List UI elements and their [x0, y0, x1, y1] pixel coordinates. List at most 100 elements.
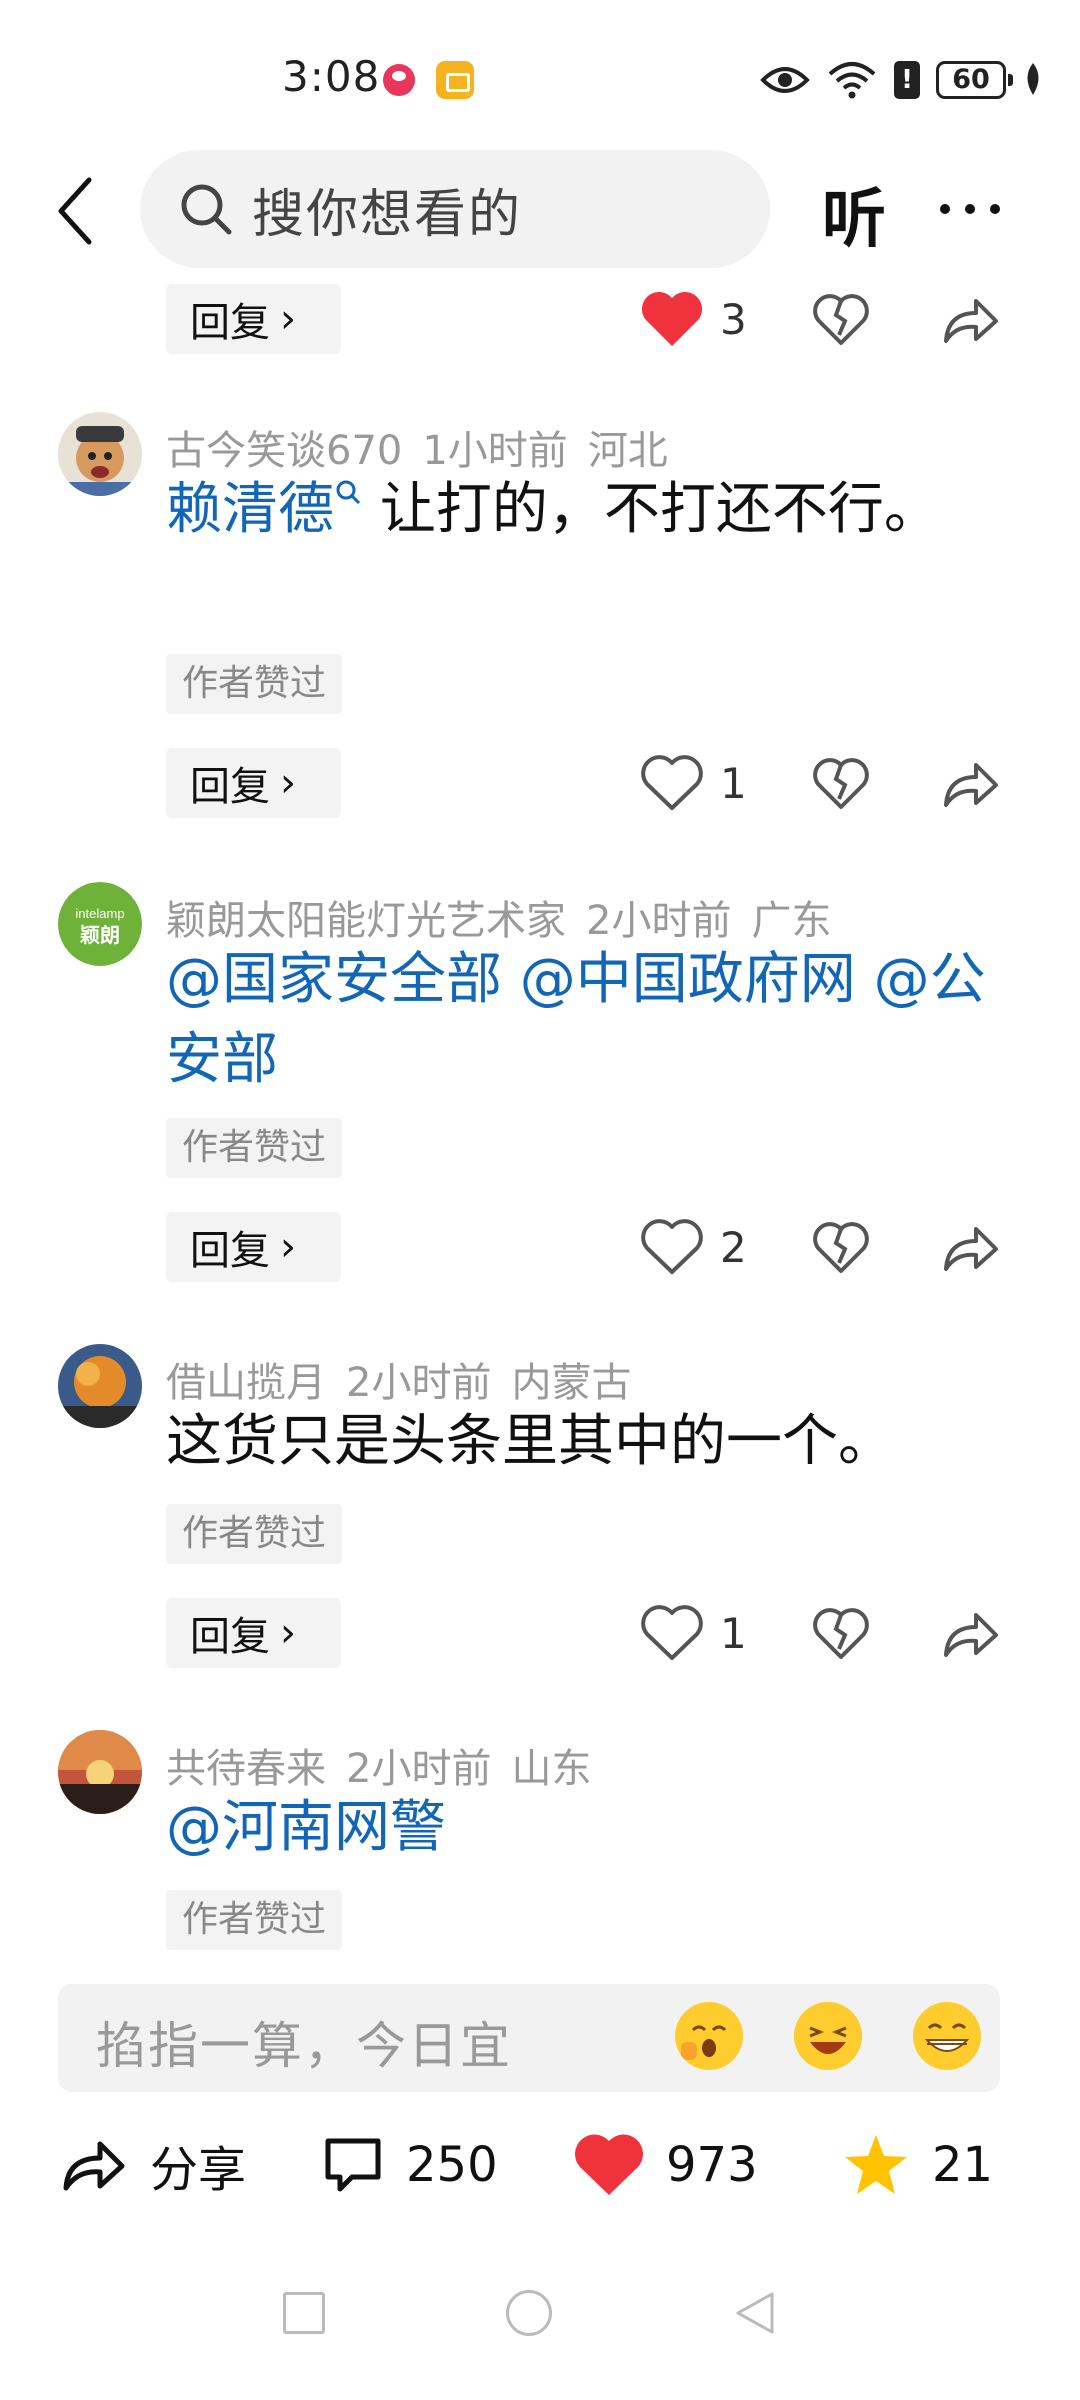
comment-location: 山东 — [511, 1746, 592, 1792]
share-button[interactable]: 分享 — [60, 2120, 246, 2210]
comment-content: @国家安全部 @中国政府网 @公安部 — [166, 940, 1016, 1100]
like-count: 1 — [720, 1608, 747, 1658]
favorite-count: 21 — [932, 2137, 994, 2193]
nav-back-icon[interactable] — [730, 2288, 780, 2338]
comment-meta: 共待春来 2小时前 山东 — [166, 1736, 611, 1794]
comment-text: 这货只是头条里其中的一个。 — [166, 1409, 894, 1474]
comment-time: 2小时前 — [586, 898, 732, 944]
comment-input-placeholder: 掐指一算，今日宜 — [96, 2017, 512, 2075]
comment-count: 250 — [406, 2137, 498, 2193]
back-button[interactable] — [42, 168, 108, 254]
heart-filled-icon — [641, 291, 703, 346]
comment-meta: 借山揽月 2小时前 内蒙古 — [166, 1350, 651, 1408]
yawn-emoji-icon[interactable] — [675, 2002, 743, 2070]
like-button[interactable]: 3 — [640, 288, 760, 350]
like-count: 973 — [666, 2137, 758, 2193]
search-input[interactable]: 搜你想看的 — [140, 150, 770, 268]
more-button[interactable] — [935, 174, 1005, 244]
star-icon — [845, 2135, 907, 2194]
chevron-right-icon: › — [280, 1224, 296, 1270]
like-button[interactable]: 973 — [574, 2120, 758, 2210]
avatar[interactable] — [58, 1344, 142, 1428]
heart-outline-icon — [641, 755, 703, 810]
home-button[interactable] — [506, 2290, 552, 2336]
like-count: 3 — [720, 294, 747, 344]
reply-label: 回复 — [190, 1228, 270, 1274]
avatar[interactable] — [58, 1730, 142, 1814]
comment-input[interactable]: 掐指一算，今日宜 — [58, 1984, 1000, 2092]
avatar-brand-bottom: 颖朗 — [80, 923, 120, 947]
reply-button[interactable]: 回复 › — [166, 1212, 341, 1282]
share-icon[interactable] — [940, 291, 1000, 349]
leaf-icon — [1027, 63, 1039, 95]
comment-time: 2小时前 — [346, 1360, 492, 1406]
header: 搜你想看的 听 — [0, 150, 1080, 272]
mention-link[interactable]: @国家安全部 @中国政府网 @公安部 — [166, 947, 986, 1092]
comment-location: 河北 — [587, 428, 668, 474]
mention-link[interactable]: @河南网警 — [166, 1795, 446, 1860]
reply-button[interactable]: 回复 › — [166, 284, 341, 354]
comment-icon — [325, 2138, 381, 2192]
comment-time: 1小时前 — [422, 428, 568, 474]
wifi-icon — [828, 62, 876, 99]
more-icon — [940, 204, 1000, 214]
avatar[interactable] — [58, 412, 142, 496]
comment-actions: 回复 › 1 — [0, 1598, 1080, 1670]
author-liked-badge: 作者赞过 — [166, 1890, 343, 1950]
share-icon — [63, 2141, 125, 2191]
heart-filled-icon — [575, 2134, 643, 2195]
search-placeholder: 搜你想看的 — [252, 184, 523, 245]
chevron-right-icon: › — [280, 760, 296, 806]
status-bar: 3:08 ! 60 — [0, 0, 1080, 150]
share-icon[interactable] — [940, 1219, 1000, 1277]
comment-location: 广东 — [751, 898, 832, 944]
like-button[interactable]: 2 — [640, 1216, 760, 1278]
username[interactable]: 颖朗太阳能灯光艺术家 — [166, 898, 566, 944]
heart-outline-icon — [641, 1605, 703, 1660]
comment-meta: 古今笑谈670 1小时前 河北 — [166, 418, 688, 476]
username[interactable]: 古今笑谈670 — [166, 428, 402, 474]
bottom-toolbar: 分享 250 973 21 — [0, 2120, 1080, 2210]
comment-button[interactable]: 250 — [322, 2120, 498, 2210]
laugh-emoji-icon[interactable] — [794, 2002, 862, 2070]
listen-button[interactable]: 听 — [822, 168, 886, 260]
chevron-right-icon: › — [280, 1610, 296, 1656]
reply-button[interactable]: 回复 › — [166, 748, 341, 818]
status-icons: ! 60 — [760, 58, 1044, 102]
status-time: 3:08 — [282, 52, 381, 101]
author-liked-badge: 作者赞过 — [166, 1118, 343, 1178]
share-icon[interactable] — [940, 755, 1000, 813]
comment-content: 这货只是头条里其中的一个。 — [166, 1402, 1016, 1482]
avatar-brand-top: intelamp — [75, 906, 124, 921]
comment-actions: 回复 › 2 — [0, 1212, 1080, 1284]
broken-heart-icon[interactable] — [812, 1605, 870, 1663]
username[interactable]: 共待春来 — [166, 1746, 326, 1792]
comment-location: 内蒙古 — [511, 1360, 632, 1406]
broken-heart-icon[interactable] — [812, 755, 870, 813]
reply-button[interactable]: 回复 › — [166, 1598, 341, 1668]
search-link[interactable]: 赖清德 — [166, 477, 362, 542]
recent-apps-button[interactable] — [283, 2292, 325, 2334]
app-badge-icon — [436, 61, 474, 99]
reply-label: 回复 — [190, 1614, 270, 1660]
broken-heart-icon[interactable] — [812, 1219, 870, 1277]
chevron-left-icon — [58, 177, 92, 245]
comment-content: @河南网警 — [166, 1788, 1016, 1868]
like-button[interactable]: 1 — [640, 752, 760, 814]
avatar[interactable]: intelamp 颖朗 — [58, 882, 142, 966]
system-nav-bar — [0, 2250, 1080, 2400]
comment-actions: 回复 › 3 — [0, 284, 1080, 356]
share-icon[interactable] — [940, 1605, 1000, 1663]
reply-label: 回复 — [190, 300, 270, 346]
like-button[interactable]: 1 — [640, 1602, 760, 1664]
broken-heart-icon[interactable] — [812, 291, 870, 349]
alert-icon: ! — [894, 61, 920, 99]
grin-emoji-icon[interactable] — [913, 2002, 981, 2070]
comment-text: 让打的，不打还不行。 — [379, 477, 940, 542]
author-liked-badge: 作者赞过 — [166, 1504, 343, 1564]
like-count: 2 — [720, 1222, 747, 1272]
battery-icon: 60 — [936, 61, 1013, 99]
favorite-button[interactable]: 21 — [842, 2120, 993, 2210]
username[interactable]: 借山揽月 — [166, 1360, 326, 1406]
chevron-right-icon: › — [280, 296, 296, 342]
